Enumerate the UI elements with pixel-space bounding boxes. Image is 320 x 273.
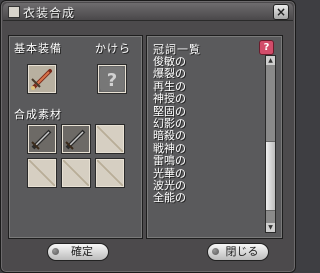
material-slot-3[interactable]	[95, 124, 125, 154]
title-bar[interactable]: 衣装合成 ×	[3, 3, 293, 21]
material-slot-5[interactable]	[61, 158, 91, 188]
confirm-button[interactable]: 確定	[47, 243, 109, 261]
base-equipment-slot[interactable]	[27, 64, 57, 94]
confirm-button-label: 確定	[71, 245, 93, 258]
materials-label: 合成素材	[14, 108, 62, 121]
material-slot-6[interactable]	[95, 158, 125, 188]
base-equipment-label: 基本装備	[14, 42, 62, 55]
dagger-item-icon	[29, 126, 55, 152]
button-dot-icon	[52, 248, 59, 255]
costume-synthesis-window: 衣装合成 × 基本装備 かけら ? 合成素材 冠詞一覧 ? 俊敏の 爆裂の 再生…	[0, 0, 296, 273]
scroll-thumb[interactable]	[266, 141, 275, 211]
title-list-panel: 冠詞一覧 ? 俊敏の 爆裂の 再生の 神授の 堅固の 幻影の 暗殺の 戦神の 雷…	[146, 35, 283, 239]
material-slot-1[interactable]	[27, 124, 57, 154]
question-mark-icon: ?	[100, 67, 124, 91]
fragment-label: かけら	[95, 42, 131, 55]
title-list-heading: 冠詞一覧	[153, 43, 201, 56]
material-slot-2[interactable]	[61, 124, 91, 154]
window-title: 衣装合成	[23, 6, 76, 20]
list-item[interactable]: 雷鳴の	[153, 154, 261, 167]
synthesis-panel: 基本装備 かけら ? 合成素材	[8, 35, 143, 239]
close-button-label: 閉じる	[225, 245, 259, 258]
sword-item-icon	[31, 69, 52, 90]
svg-text:?: ?	[107, 70, 117, 91]
dagger-item-icon	[63, 126, 89, 152]
help-icon[interactable]: ?	[259, 40, 274, 55]
list-scrollbar[interactable]: ▲ ▼	[265, 55, 276, 233]
list-item[interactable]: 暗殺の	[153, 129, 261, 142]
list-item[interactable]: 全能の	[153, 191, 261, 204]
title-list: 俊敏の 爆裂の 再生の 神授の 堅固の 幻影の 暗殺の 戦神の 雷鳴の 光華の …	[153, 56, 261, 234]
scroll-down-arrow-icon[interactable]: ▼	[266, 223, 275, 232]
list-item[interactable]: 爆裂の	[153, 67, 261, 80]
list-item[interactable]: 神授の	[153, 92, 261, 105]
material-slot-4[interactable]	[27, 158, 57, 188]
window-icon	[8, 6, 20, 18]
close-button[interactable]: 閉じる	[207, 243, 269, 261]
button-dot-icon	[212, 248, 219, 255]
fragment-slot[interactable]: ?	[97, 64, 127, 94]
close-icon[interactable]: ×	[273, 4, 289, 20]
scroll-up-arrow-icon[interactable]: ▲	[266, 56, 275, 65]
